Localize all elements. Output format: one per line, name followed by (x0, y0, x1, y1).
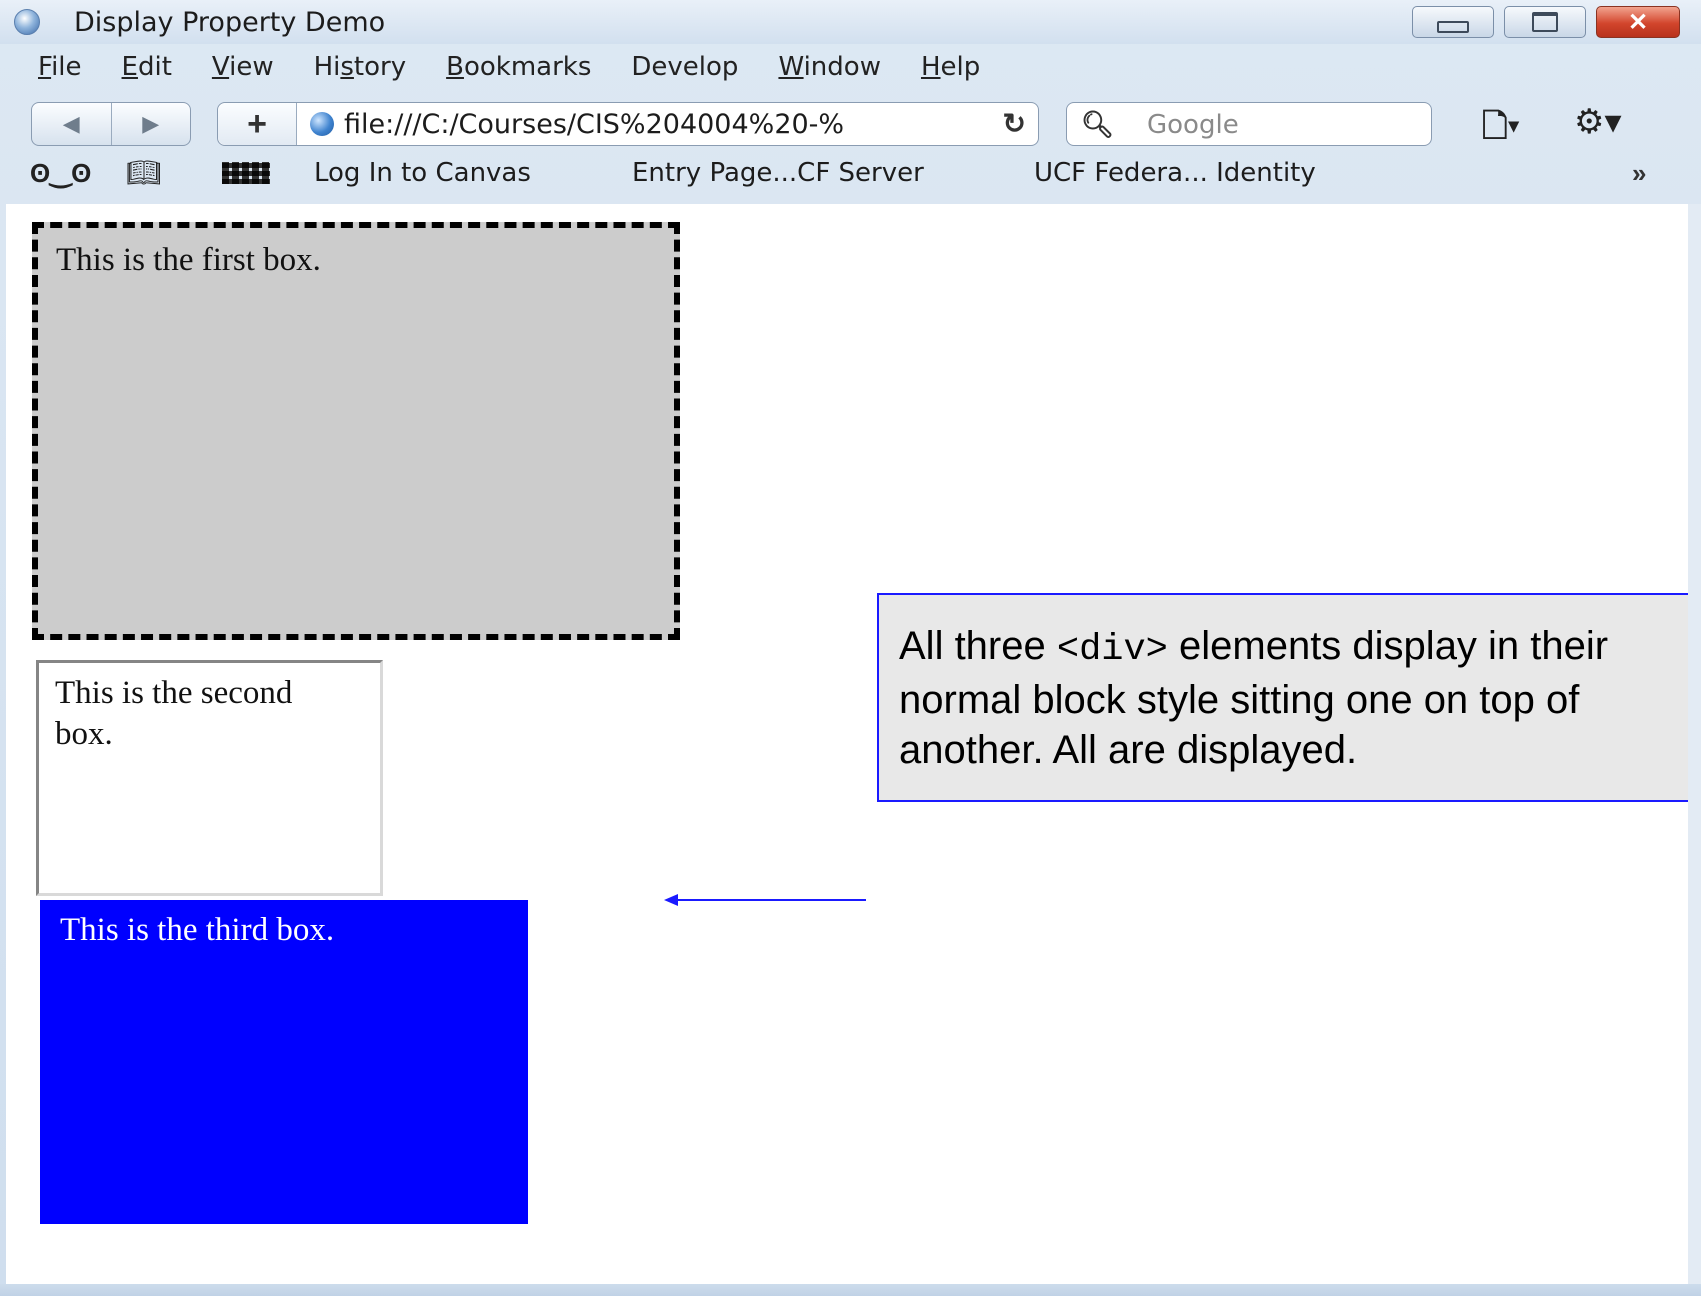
menu-window[interactable]: Window (772, 52, 887, 92)
reading-list-icon[interactable]: ʘ‿ʘ (30, 158, 91, 189)
browser-window: Display Property Demo ✕ File Edit View H… (0, 0, 1701, 1296)
first-box-text: This is the first box. (56, 242, 321, 278)
menu-bar: File Edit View History Bookmarks Develop… (10, 52, 986, 92)
bookmarks-book-icon[interactable]: 📖︎ (126, 156, 162, 189)
callout-arrow (664, 894, 866, 906)
second-box: This is the second box. (36, 660, 383, 896)
annotation-callout: All three <div> elements display in thei… (877, 593, 1699, 802)
bookmarks-bar: ʘ‿ʘ 📖︎ Log In to Canvas Entry Page...CF … (0, 150, 1688, 202)
menu-history[interactable]: History (308, 52, 413, 92)
forward-button[interactable]: ▶ (112, 103, 191, 145)
back-forward-buttons: ◀ ▶ (31, 102, 191, 146)
address-bar[interactable]: + file:///C:/Courses/CIS%204004%20-% ↻ (217, 102, 1039, 146)
menu-help[interactable]: Help (915, 52, 986, 92)
window-title: Display Property Demo (74, 7, 386, 38)
add-bookmark-button[interactable]: + (218, 103, 297, 145)
third-box-text: This is the third box. (60, 912, 335, 948)
back-button[interactable]: ◀ (32, 103, 112, 145)
first-box: This is the first box. (32, 222, 680, 640)
div-code: <div> (1056, 629, 1168, 671)
menu-bookmarks[interactable]: Bookmarks (440, 52, 597, 92)
maximize-button[interactable] (1504, 6, 1586, 38)
close-button[interactable]: ✕ (1596, 6, 1680, 38)
safari-icon (14, 9, 40, 35)
close-icon: ✕ (1627, 8, 1649, 36)
back-arrow-icon: ◀ (62, 111, 80, 136)
search-icon[interactable]: 🔍︎ (1081, 109, 1114, 140)
bookmark-ucf-federated-identity[interactable]: UCF Federa... Identity (1034, 158, 1316, 188)
second-box-text: This is the second box. (55, 675, 293, 752)
title-bar: Display Property Demo ✕ (0, 0, 1701, 44)
reload-icon[interactable]: ↻ (1003, 107, 1026, 140)
menu-edit[interactable]: Edit (116, 52, 178, 92)
search-placeholder: Google (1147, 110, 1239, 140)
address-input[interactable]: file:///C:/Courses/CIS%204004%20-% (344, 109, 974, 140)
minimize-icon (1437, 21, 1469, 33)
globe-icon (310, 112, 334, 136)
gear-icon[interactable]: ⚙▾ (1574, 102, 1622, 142)
minimize-button[interactable] (1412, 6, 1494, 38)
menu-view[interactable]: View (206, 52, 280, 92)
menu-develop[interactable]: Develop (625, 52, 744, 92)
maximize-icon (1532, 12, 1558, 32)
third-box: This is the third box. (40, 900, 528, 1224)
status-bar (0, 1284, 1701, 1296)
bookmark-log-in-to-canvas[interactable]: Log In to Canvas (314, 158, 531, 188)
menu-file[interactable]: File (32, 52, 88, 92)
plus-icon: + (247, 104, 267, 143)
chevron-more-icon[interactable]: » (1632, 158, 1646, 189)
callout-text: All three <div> elements display in thei… (899, 624, 1609, 772)
search-field[interactable]: 🔍︎ Google (1066, 102, 1432, 146)
forward-arrow-icon: ▶ (142, 111, 160, 136)
bookmark-entry-page[interactable]: Entry Page...CF Server (632, 158, 924, 188)
top-sites-icon[interactable] (222, 162, 270, 184)
window-edge (1688, 204, 1701, 1284)
